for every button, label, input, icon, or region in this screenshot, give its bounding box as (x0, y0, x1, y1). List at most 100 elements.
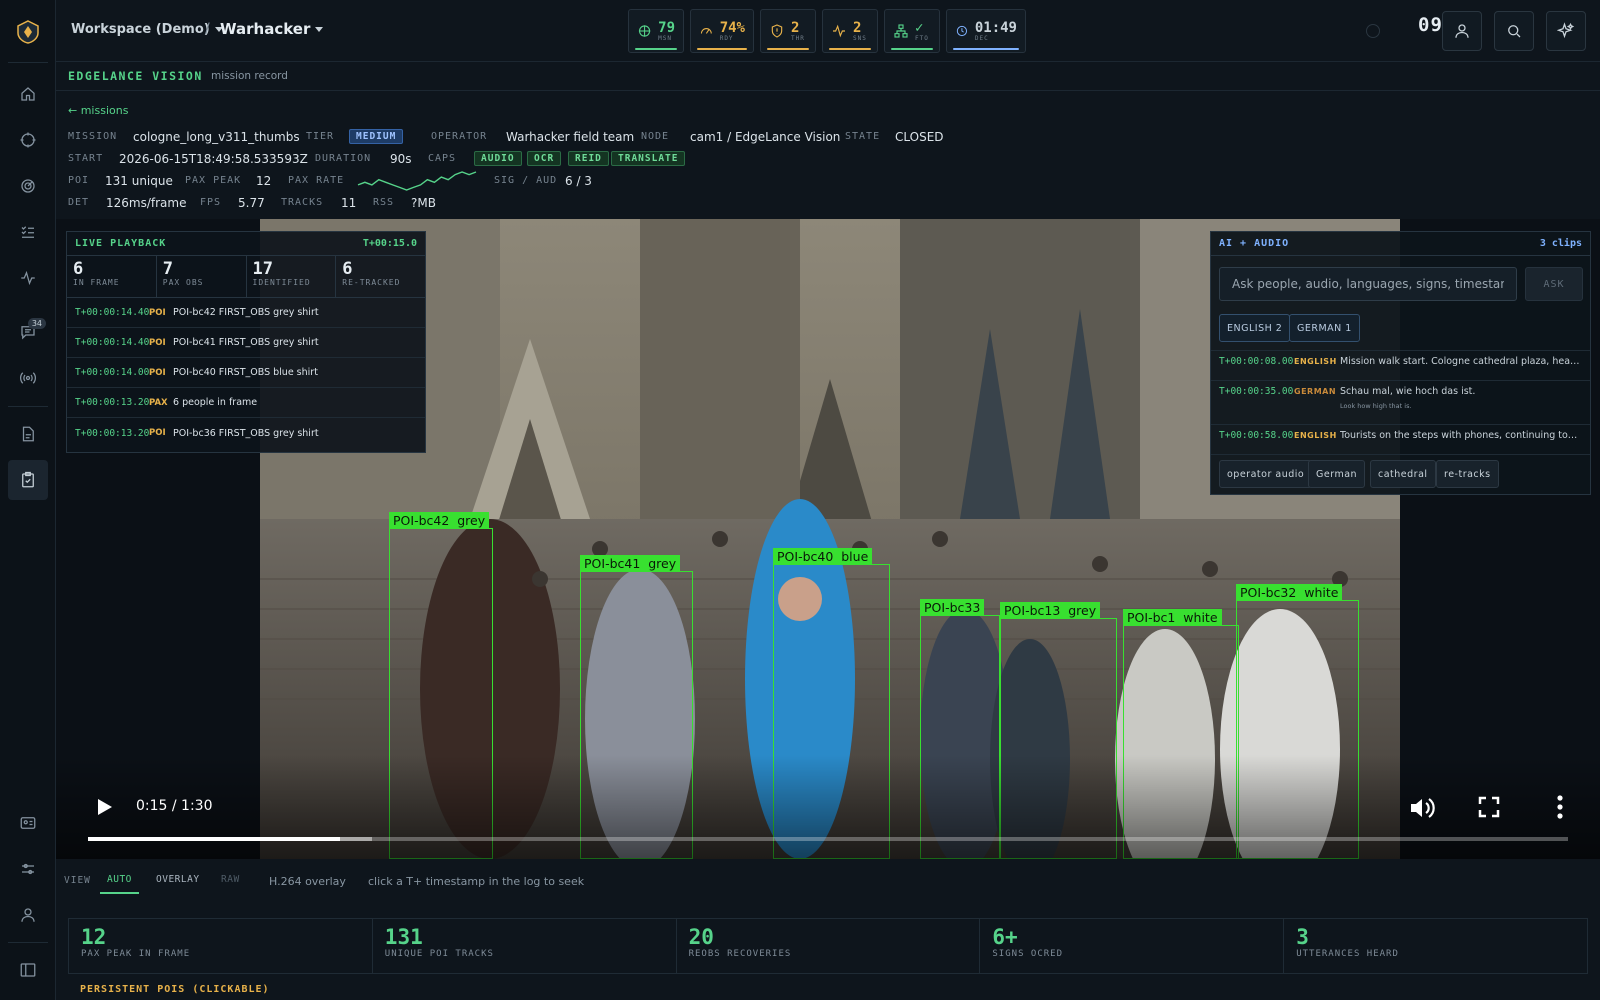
detection-id: POI-bc1 (1127, 610, 1176, 625)
suggestion-chip[interactable]: operator audio (1219, 460, 1313, 488)
state-value: CLOSED (895, 130, 944, 144)
det-key: DET (68, 197, 90, 208)
event-timestamp[interactable]: T+00:00:13.20 (75, 428, 149, 439)
radar-icon[interactable] (8, 166, 48, 206)
tier-badge: MEDIUM (349, 129, 404, 144)
play-icon[interactable] (92, 795, 116, 819)
workspace-selector[interactable]: Workspace (Demo) (71, 22, 223, 37)
volume-icon[interactable] (1408, 795, 1438, 821)
event-timestamp[interactable]: T+00:00:14.00 (75, 367, 149, 378)
node-value: cam1 / EdgeLance Vision (690, 130, 841, 144)
fullscreen-icon[interactable] (1478, 796, 1500, 818)
cap-ocr: OCR (527, 151, 562, 166)
search-button[interactable] (1494, 11, 1534, 51)
back-to-missions-link[interactable]: ← missions (68, 104, 128, 117)
utterance-timestamp[interactable]: T+00:00:35.00 (1219, 386, 1293, 397)
stat-card-value: 20 (688, 925, 714, 949)
stat-msn[interactable]: 79 MSN (628, 9, 684, 53)
sig-aud-value: 6 / 3 (565, 174, 592, 188)
event-row[interactable]: T+00:00:14.40 POI POI-bc42 FIRST_OBS grey … (67, 298, 425, 328)
stat-rdy[interactable]: 74% RDY (690, 9, 754, 53)
mission-key: MISSION (68, 131, 118, 142)
detection-id: POI-bc13 (1004, 603, 1061, 618)
count-label: IDENTIFIED (252, 278, 311, 287)
live-playback-time: T+00:15.0 (362, 238, 417, 249)
utterance-lang: ENGLISH (1294, 357, 1337, 366)
video-time: 0:15 / 1:30 (136, 798, 213, 814)
tab-auto[interactable]: AUTO (100, 874, 139, 894)
ask-input[interactable] (1219, 267, 1517, 301)
persistent-pois-title: PERSISTENT POIS (CLICKABLE) (80, 984, 270, 995)
event-text: 6 people in frame (173, 397, 258, 408)
shield-alert-icon (771, 24, 783, 38)
utterance-timestamp[interactable]: T+00:00:58.00 (1219, 430, 1293, 441)
suggestion-chip[interactable]: German (1308, 460, 1366, 488)
event-row[interactable]: T+00:00:13.20 POI POI-bc36 FIRST_OBS grey … (67, 418, 425, 448)
utterance-row[interactable]: T+00:00:08.00 ENGLISH Mission walk start… (1219, 356, 1582, 376)
stream-format: H.264 overlay (269, 875, 346, 888)
pax-peak-value: 12 (256, 174, 272, 188)
event-timestamp[interactable]: T+00:00:14.40 (75, 337, 149, 348)
sidebar-toggle-icon[interactable] (8, 950, 48, 990)
count-value: 7 (162, 259, 173, 279)
activity-icon[interactable] (8, 258, 48, 298)
more-options-icon[interactable] (1556, 794, 1564, 820)
utterance-translation: Look how high that is. (1340, 402, 1412, 410)
utterance-row[interactable]: T+00:00:58.00 ENGLISH Tourists on the st… (1219, 430, 1582, 450)
stat-card-label: UNIQUE POI TRACKS (384, 949, 494, 959)
id-card-icon[interactable] (8, 803, 48, 843)
rss-value: ?MB (411, 196, 436, 210)
mission-record-icon[interactable] (8, 460, 48, 500)
count-in-frame: 6 IN FRAME (67, 256, 157, 297)
event-type: POI (149, 337, 166, 348)
utterance-text: Schau mal, wie hoch das ist. (1340, 386, 1476, 397)
poi-value: 131 unique (105, 174, 173, 188)
target-icon[interactable] (8, 120, 48, 160)
sparkle-icon (1557, 22, 1575, 39)
detection-attr: grey (648, 556, 677, 571)
stat-fto[interactable]: ✓ FTO (884, 9, 940, 53)
stat-label: FTO (915, 34, 929, 42)
stat-thr[interactable]: 2 THR (760, 9, 816, 53)
lang-filter-german[interactable]: GERMAN 1 (1289, 314, 1360, 342)
checklist-icon[interactable] (8, 212, 48, 252)
profile-button[interactable] (1442, 11, 1482, 51)
team-selector[interactable]: Warhacker (220, 20, 324, 38)
event-row[interactable]: T+00:00:14.40 POI POI-bc41 FIRST_OBS grey … (67, 328, 425, 358)
ai-assist-button[interactable] (1546, 11, 1586, 51)
brand-title: EDGELANCE VISION (68, 69, 203, 83)
event-timestamp[interactable]: T+00:00:14.40 (75, 307, 149, 318)
video-progress-bar[interactable] (88, 837, 1568, 841)
detection-id: POI-bc40 (777, 549, 834, 564)
stat-label: SNS (853, 34, 867, 42)
user-icon[interactable] (8, 895, 48, 935)
sliders-icon[interactable] (8, 849, 48, 889)
tab-raw[interactable]: RAW (221, 874, 240, 885)
event-row[interactable]: T+00:00:13.20 PAX 6 people in frame (67, 388, 425, 418)
count-value: 6 (342, 259, 353, 279)
document-icon[interactable] (8, 414, 48, 454)
sig-aud-key: SIG / AUD (494, 175, 558, 186)
broadcast-icon[interactable] (8, 358, 48, 398)
stat-dec[interactable]: 01:49 DEC (946, 9, 1026, 53)
stat-sns[interactable]: 2 SNS (822, 9, 878, 53)
event-timestamp[interactable]: T+00:00:13.20 (75, 397, 149, 408)
suggestion-chip[interactable]: cathedral (1370, 460, 1436, 488)
status-indicator-icon (1366, 24, 1380, 38)
state-key: STATE (845, 131, 881, 142)
workspace-label: Workspace (Demo) (71, 22, 210, 37)
chat-icon[interactable]: 34 (8, 312, 48, 352)
utterance-timestamp[interactable]: T+00:00:08.00 (1219, 356, 1293, 367)
app-logo[interactable] (14, 18, 42, 46)
ai-audio-title: AI + AUDIO (1219, 238, 1290, 249)
tab-overlay[interactable]: OVERLAY (156, 874, 200, 885)
suggestion-chip[interactable]: re-tracks (1436, 460, 1499, 488)
home-icon[interactable] (8, 74, 48, 114)
stat-card: 6+ SIGNS OCRED (980, 919, 1285, 973)
lang-filter-english[interactable]: ENGLISH 2 (1219, 314, 1291, 342)
pax-rate-sparkline (357, 171, 477, 191)
utterance-row[interactable]: T+00:00:35.00 GERMAN Schau mal, wie hoch… (1219, 386, 1582, 420)
stat-value: ✓ (915, 19, 924, 36)
ask-button[interactable]: ASK (1525, 267, 1583, 301)
event-row[interactable]: T+00:00:14.00 POI POI-bc40 FIRST_OBS blue … (67, 358, 425, 388)
